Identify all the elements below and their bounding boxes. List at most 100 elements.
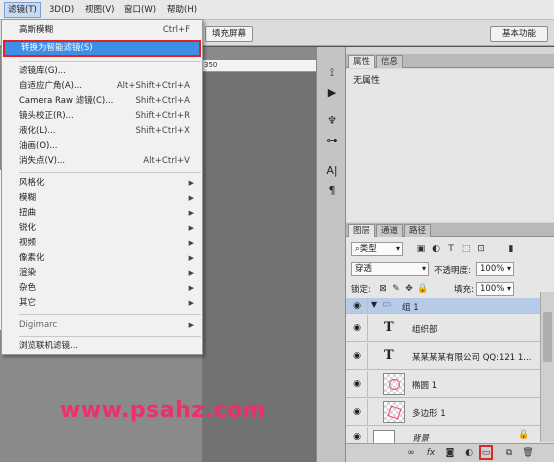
menu-item-distort[interactable]: 扭曲 ▶ bbox=[2, 206, 202, 221]
tab-channels[interactable]: 通道 bbox=[376, 224, 404, 237]
new-layer-icon[interactable]: ⧉ bbox=[502, 447, 516, 459]
menu-item-sharpen[interactable]: 锐化 ▶ bbox=[2, 221, 202, 236]
layer-row[interactable]: ◉ 多边形 1 bbox=[346, 399, 540, 426]
submenu-arrow-icon: ▶ bbox=[188, 254, 194, 262]
menu-item-video[interactable]: 视频 ▶ bbox=[2, 236, 202, 251]
menu-item-label: 像素化 bbox=[19, 253, 45, 263]
layer-thumbnail bbox=[383, 373, 405, 395]
history-brush-icon[interactable]: ⟟ bbox=[324, 65, 340, 81]
menu-3d[interactable]: 3D(D) bbox=[46, 3, 77, 17]
menu-separator bbox=[19, 314, 201, 315]
menu-item-noise[interactable]: 杂色 ▶ bbox=[2, 281, 202, 296]
menu-item-label: 油画(O)... bbox=[19, 141, 58, 151]
menu-item-stylize[interactable]: 风格化 ▶ bbox=[2, 176, 202, 191]
menu-item-label: 模糊 bbox=[19, 193, 37, 203]
adjustment-layer-icon[interactable]: ◐ bbox=[462, 447, 476, 459]
menu-item-blur[interactable]: 模糊 ▶ bbox=[2, 191, 202, 206]
menu-item-oil-paint[interactable]: 油画(O)... bbox=[2, 139, 202, 154]
menu-item-digimarc[interactable]: Digimarc ▶ bbox=[2, 318, 202, 333]
shortcut-label: Ctrl+F bbox=[162, 25, 190, 35]
menu-item-label: 消失点(V)... bbox=[19, 156, 66, 166]
menu-item-liquify[interactable]: 液化(L)... Shift+Ctrl+X bbox=[2, 124, 202, 139]
menu-item-vanishing-point[interactable]: 消失点(V)... Alt+Ctrl+V bbox=[2, 154, 202, 169]
menu-item-render[interactable]: 渲染 ▶ bbox=[2, 266, 202, 281]
menu-item-camera-raw[interactable]: Camera Raw 滤镜(C)... Shift+Ctrl+A bbox=[2, 94, 202, 109]
menu-separator bbox=[19, 172, 201, 173]
layer-row[interactable]: ◉ 椭圆 1 bbox=[346, 371, 540, 398]
mask-icon[interactable]: ◙ bbox=[443, 447, 457, 459]
eye-icon[interactable]: ◉ bbox=[351, 407, 363, 417]
eye-icon[interactable]: ◉ bbox=[351, 351, 363, 361]
tab-layers[interactable]: 图层 bbox=[348, 224, 376, 237]
tab-paths[interactable]: 路径 bbox=[404, 224, 432, 237]
menu-window[interactable]: 窗口(W) bbox=[121, 3, 159, 17]
brush-icon[interactable]: ♆ bbox=[324, 113, 340, 129]
trash-icon[interactable]: 🗑 bbox=[521, 447, 535, 459]
lock-image-icon[interactable]: ✎ bbox=[391, 284, 401, 294]
fill-screen-button[interactable]: 填充屏幕 bbox=[205, 26, 253, 42]
menu-item-label: 扭曲 bbox=[19, 208, 37, 218]
lock-icon: 🔒 bbox=[518, 430, 530, 440]
fx-icon[interactable]: fx bbox=[424, 447, 438, 459]
character-icon[interactable]: A| bbox=[324, 163, 340, 179]
filter-menu: 高斯模糊 Ctrl+F 转换为智能滤镜(S) 滤镜库(G)... 自适应广角(A… bbox=[1, 19, 203, 355]
scrollbar-thumb[interactable] bbox=[543, 312, 552, 362]
right-panels: 属性 信息 无属性 图层 通道 路径 ⌕类型 ▣ ◐ T ⬚ ⊡ ▮ 穿透 不透… bbox=[346, 47, 554, 462]
layer-row[interactable]: ◉ T 组织部 bbox=[346, 315, 540, 342]
tab-properties[interactable]: 属性 bbox=[348, 55, 376, 68]
text-layer-icon: T bbox=[384, 348, 394, 363]
layer-row[interactable]: ◉ ▼ ▭ 组 1 bbox=[346, 298, 540, 314]
layer-row[interactable]: ◉ 背景 🔒 bbox=[346, 427, 540, 444]
filter-toggle-icon[interactable]: ▮ bbox=[506, 244, 516, 254]
menu-item-last-filter[interactable]: 高斯模糊 Ctrl+F bbox=[2, 23, 202, 38]
type-filter-icon[interactable]: T bbox=[446, 244, 456, 254]
panel-icon-strip: ⟟ ▶ ♆ ⊶ A| ¶ bbox=[316, 47, 346, 462]
lock-transparent-icon[interactable]: ⊠ bbox=[378, 284, 388, 294]
ruler-tick-label: 350 bbox=[204, 61, 218, 69]
menu-item-label: 视频 bbox=[19, 238, 37, 248]
menu-item-label: 镜头校正(R)... bbox=[19, 111, 74, 121]
opacity-field[interactable]: 100% bbox=[476, 262, 514, 276]
submenu-arrow-icon: ▶ bbox=[188, 321, 194, 329]
eye-icon[interactable]: ◉ bbox=[351, 432, 363, 442]
menu-item-convert-smart-filter[interactable]: 转换为智能滤镜(S) bbox=[3, 40, 201, 57]
menu-filter[interactable]: 滤镜(T) bbox=[4, 2, 41, 18]
blend-mode-select[interactable]: 穿透 bbox=[351, 262, 429, 276]
pixel-filter-icon[interactable]: ▣ bbox=[416, 244, 426, 254]
menu-help[interactable]: 帮助(H) bbox=[164, 3, 200, 17]
lock-all-icon[interactable]: 🔒 bbox=[417, 284, 428, 294]
layer-filter-select[interactable]: ⌕类型 bbox=[351, 242, 403, 256]
watermark: www.psahz.com bbox=[60, 398, 267, 423]
menu-item-lens-correction[interactable]: 镜头校正(R)... Shift+Ctrl+R bbox=[2, 109, 202, 124]
workspace-switcher[interactable]: 基本功能 bbox=[490, 26, 548, 42]
menu-item-pixelate[interactable]: 像素化 ▶ bbox=[2, 251, 202, 266]
no-properties-label: 无属性 bbox=[353, 76, 381, 86]
menu-item-adaptive-wide-angle[interactable]: 自适应广角(A)... Alt+Shift+Ctrl+A bbox=[2, 79, 202, 94]
adjustment-filter-icon[interactable]: ◐ bbox=[431, 244, 441, 254]
smart-object-filter-icon[interactable]: ⊡ bbox=[476, 244, 486, 254]
play-icon[interactable]: ▶ bbox=[324, 85, 340, 101]
eye-icon[interactable]: ◉ bbox=[351, 323, 363, 333]
expand-chevron-icon[interactable]: ▼ bbox=[371, 300, 377, 309]
new-group-icon[interactable]: ▭ bbox=[479, 445, 493, 460]
menu-item-browse-online-filters[interactable]: 浏览联机滤镜... bbox=[2, 339, 202, 354]
eye-icon[interactable]: ◉ bbox=[351, 379, 363, 389]
menu-item-other[interactable]: 其它 ▶ bbox=[2, 296, 202, 311]
paragraph-icon[interactable]: ¶ bbox=[324, 183, 340, 199]
adjustments-icon[interactable]: ⊶ bbox=[324, 133, 340, 149]
shape-filter-icon[interactable]: ⬚ bbox=[461, 244, 471, 254]
tab-info[interactable]: 信息 bbox=[376, 55, 404, 68]
menu-separator bbox=[19, 336, 201, 337]
link-icon[interactable]: ∞ bbox=[404, 447, 418, 459]
eye-icon[interactable]: ◉ bbox=[351, 301, 363, 311]
menu-item-filter-gallery[interactable]: 滤镜库(G)... bbox=[2, 64, 202, 79]
lock-position-icon[interactable]: ✥ bbox=[404, 284, 414, 294]
fill-field[interactable]: 100% bbox=[476, 282, 514, 296]
lock-label: 锁定: bbox=[351, 285, 371, 295]
layers-scrollbar[interactable] bbox=[540, 292, 554, 442]
shortcut-label: Alt+Shift+Ctrl+A bbox=[116, 81, 190, 91]
menu-view[interactable]: 视图(V) bbox=[82, 3, 117, 17]
opacity-label: 不透明度: bbox=[434, 266, 471, 276]
ellipse-icon bbox=[389, 379, 400, 390]
layer-row[interactable]: ◉ T 某某某某有限公司 QQ:121 1... bbox=[346, 343, 540, 370]
